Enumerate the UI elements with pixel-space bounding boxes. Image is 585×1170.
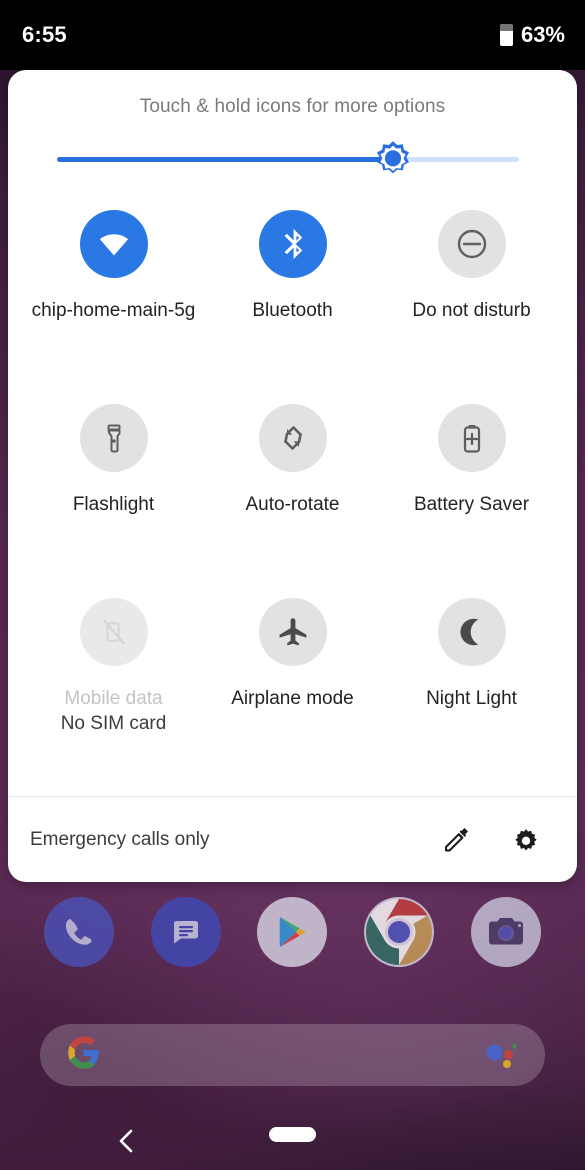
- status-bar: 6:55 63%: [0, 0, 585, 70]
- tile-do-not-disturb[interactable]: Do not disturb: [382, 204, 561, 398]
- dock-app-chrome[interactable]: [364, 897, 435, 967]
- tile-label: Auto-rotate: [245, 494, 340, 515]
- airplane-icon[interactable]: [258, 598, 327, 666]
- quick-settings-tile-grid: chip-home-main-5g Bluetooth Do not distu…: [8, 188, 577, 786]
- tile-battery-saver[interactable]: Battery Saver: [382, 398, 561, 592]
- dock-app-play-store[interactable]: [257, 897, 328, 967]
- tile-label: Night Light: [426, 688, 517, 709]
- dock-app-messages[interactable]: [150, 897, 221, 967]
- back-chevron-icon[interactable]: [110, 1124, 144, 1158]
- battery-saver-icon[interactable]: [437, 404, 506, 472]
- tile-label: chip-home-main-5g: [31, 300, 196, 321]
- tile-wifi[interactable]: chip-home-main-5g: [24, 204, 203, 398]
- flashlight-icon[interactable]: [79, 404, 148, 472]
- home-pill-icon[interactable]: [269, 1127, 316, 1142]
- pencil-icon[interactable]: [433, 817, 479, 863]
- dock-app-camera[interactable]: [470, 897, 541, 967]
- tile-label: Airplane mode: [231, 688, 354, 709]
- mobile-data-off-icon[interactable]: [79, 598, 148, 666]
- status-clock: 6:55: [22, 22, 67, 47]
- google-search-bar[interactable]: [40, 1024, 545, 1086]
- tile-airplane-mode[interactable]: Airplane mode: [203, 592, 382, 786]
- brightness-slider[interactable]: [8, 132, 577, 188]
- tile-label: Do not disturb: [412, 300, 531, 321]
- auto-rotate-icon[interactable]: [258, 404, 327, 472]
- dock: [0, 888, 585, 976]
- tile-label: Bluetooth: [252, 300, 333, 321]
- dock-app-phone[interactable]: [44, 897, 115, 967]
- brightness-fill: [57, 157, 393, 162]
- tile-sublabel: No SIM card: [60, 713, 167, 734]
- battery-percent-label: 63%: [520, 22, 565, 47]
- tile-mobile-data[interactable]: Mobile data No SIM card: [24, 592, 203, 786]
- wifi-icon[interactable]: [79, 210, 148, 278]
- tile-flashlight[interactable]: Flashlight: [24, 398, 203, 592]
- quick-settings-footer: Emergency calls only: [8, 797, 577, 882]
- gear-icon[interactable]: [503, 817, 549, 863]
- tile-label: Flashlight: [72, 494, 155, 515]
- quick-settings-hint: Touch & hold icons for more options: [139, 96, 446, 117]
- quick-settings-panel: Touch & hold icons for more options chip…: [8, 70, 577, 882]
- tile-label: Battery Saver: [413, 494, 530, 515]
- do-not-disturb-icon[interactable]: [437, 210, 506, 278]
- tile-night-light[interactable]: Night Light: [382, 592, 561, 786]
- carrier-status-label: Emergency calls only: [30, 828, 210, 850]
- status-right-group: 63%: [499, 22, 565, 48]
- google-g-icon: [66, 1035, 100, 1075]
- google-assistant-icon[interactable]: [485, 1041, 519, 1069]
- brightness-sun-icon[interactable]: [372, 138, 414, 180]
- phone-screen: 6:55 63% Touch & hold icons for more opt…: [0, 0, 585, 1170]
- battery-icon: [499, 24, 513, 46]
- moon-icon[interactable]: [437, 598, 506, 666]
- tile-label: Mobile data: [64, 688, 163, 709]
- tile-bluetooth[interactable]: Bluetooth: [203, 204, 382, 398]
- tile-auto-rotate[interactable]: Auto-rotate: [203, 398, 382, 592]
- bluetooth-icon[interactable]: [258, 210, 327, 278]
